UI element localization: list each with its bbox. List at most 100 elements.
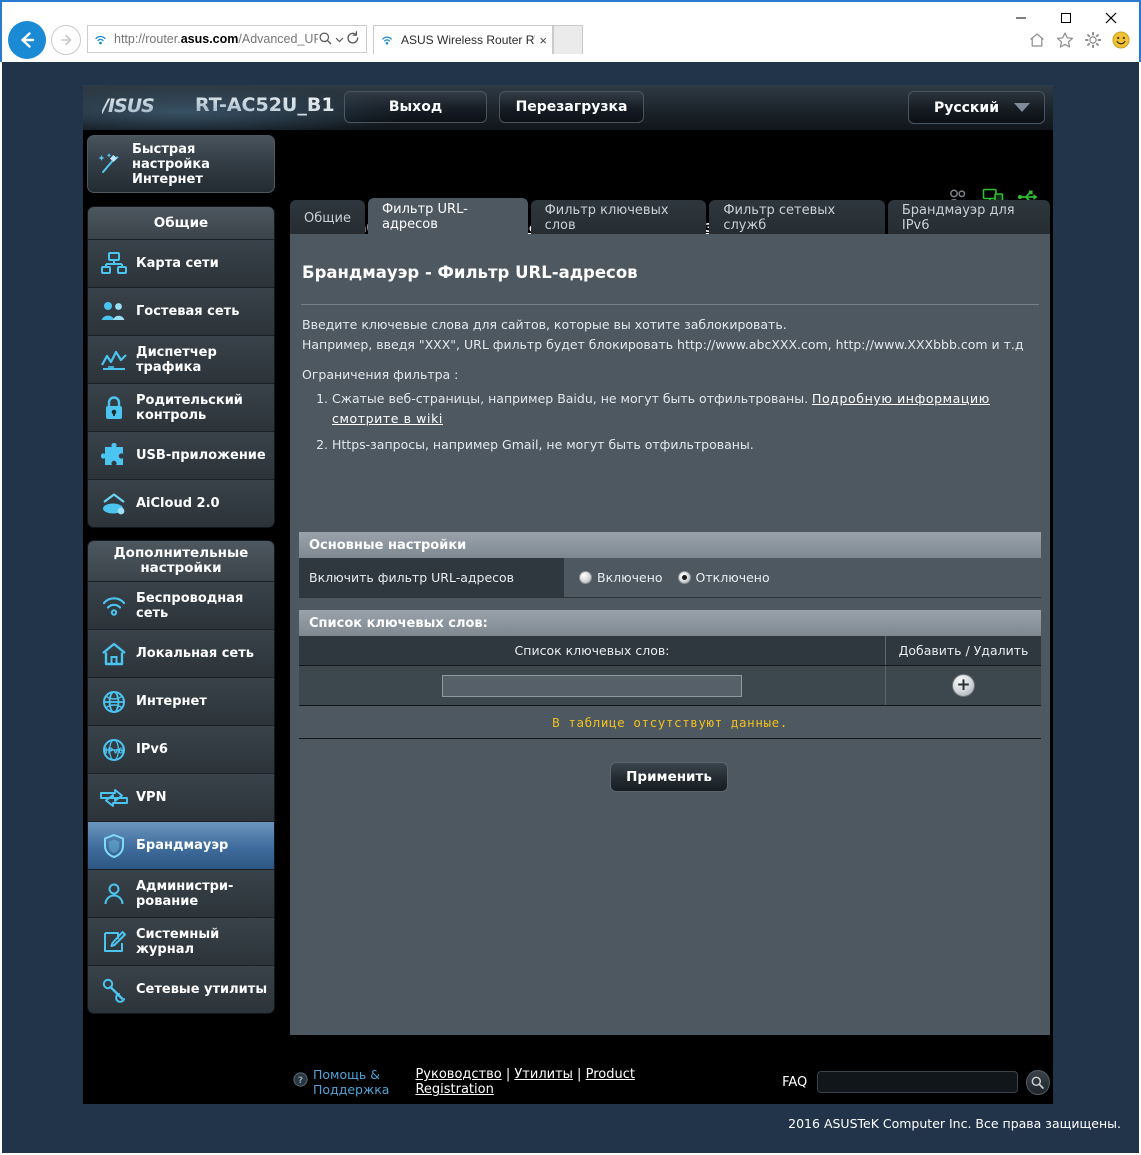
search-magnifier-icon[interactable] — [1025, 1069, 1050, 1095]
tab-ipv6-firewall[interactable]: Брандмауэр для IPv6 — [887, 200, 1050, 236]
radio-enabled-input[interactable] — [579, 571, 592, 584]
sidebar-item-label: Диспетчер трафика — [136, 344, 217, 375]
sidebar-item-network-tools[interactable]: Сетевые утилиты — [88, 965, 274, 1013]
sidebar-item-aicloud[interactable]: AiCloud 2.0 — [88, 479, 274, 527]
sidebar-item-guest-network[interactable]: Гостевая сеть — [88, 287, 274, 335]
sidebar-item-quick-setup[interactable]: Быстрая настройка Интернет — [87, 135, 275, 193]
radio-disabled-label: Отключено — [695, 570, 770, 585]
star-icon[interactable] — [1055, 30, 1075, 50]
content-panel: Брандмауэр - Фильтр URL-адресов Введите … — [290, 234, 1050, 1035]
router-footer: ? Помощь & Поддержка Руководство | Утили… — [290, 1060, 1050, 1104]
sidebar-item-label: Локальная сеть — [136, 646, 254, 661]
sidebar-item-lan[interactable]: Локальная сеть — [88, 629, 274, 677]
sidebar-quick-setup-label: Быстрая настройка Интернет — [132, 142, 210, 187]
sidebar-group-general: Общие Карта сети Гостевая сеть Диспетчер… — [87, 206, 275, 528]
guest-network-users-icon — [92, 292, 136, 332]
apply-button[interactable]: Применить — [610, 762, 728, 792]
svg-text:/ISUS: /ISUS — [102, 95, 154, 117]
svg-text:IPv6: IPv6 — [105, 746, 123, 755]
column-header-keyword-list: Список ключевых слов: — [299, 636, 886, 665]
limit-item-1: Сжатые веб-страницы, например Baidu, не … — [332, 389, 1038, 429]
browser-nav-row: http://router.asus.com/Advanced_URLF — [2, 20, 1139, 62]
qs-line2: настройка — [132, 156, 210, 172]
limit-item-2: Https-запросы, например Gmail, не могут … — [332, 435, 1038, 455]
logout-button[interactable]: Выход — [344, 91, 487, 123]
keyword-table-input-row: + — [299, 666, 1041, 706]
smiley-face-icon[interactable] — [1111, 30, 1131, 50]
tab-url-filter[interactable]: Фильтр URL-адресов — [367, 198, 528, 236]
sidebar-item-firewall[interactable]: Брандмауэр — [88, 821, 274, 869]
sidebar-item-vpn[interactable]: VPN — [88, 773, 274, 821]
sidebar-item-wireless[interactable]: Беспроводная сеть — [88, 581, 274, 629]
qs-line3: Интернет — [132, 171, 203, 187]
enable-url-filter-options: Включено Отключено — [564, 558, 1041, 597]
home-icon — [92, 634, 136, 674]
sidebar-item-label: AiCloud 2.0 — [136, 496, 220, 511]
browser-toolbar-icons — [1027, 30, 1131, 50]
tab-keyword-filter[interactable]: Фильтр ключевых слов — [530, 200, 707, 236]
sidebar: Быстрая настройка Интернет Общие Карта с… — [87, 135, 275, 1026]
wifi-signal-icon — [92, 31, 109, 48]
desc-line-1: Введите ключевые слова для сайтов, котор… — [302, 317, 787, 332]
reboot-button[interactable]: Перезагрузка — [499, 91, 644, 123]
url-bar[interactable]: http://router.asus.com/Advanced_URLF — [87, 25, 367, 53]
tab-network-services-filter[interactable]: Фильтр сетевых служб — [709, 200, 885, 236]
keyword-table-empty-message: В таблице отсутствуют данные. — [299, 706, 1041, 739]
adv-title-line2: настройки — [140, 560, 222, 576]
chevron-down-icon[interactable] — [335, 31, 346, 48]
wifi-icon — [92, 586, 136, 626]
radio-option-enabled[interactable]: Включено — [579, 570, 663, 585]
radio-enabled-label: Включено — [597, 570, 663, 585]
radio-option-disabled[interactable]: Отключено — [677, 570, 770, 585]
home-icon[interactable] — [1027, 30, 1047, 50]
link-sep-1: | — [501, 1067, 515, 1082]
limits-label: Ограничения фильтра : — [302, 367, 459, 382]
sidebar-item-traffic-manager[interactable]: Диспетчер трафика — [88, 335, 274, 383]
admin-user-icon — [92, 874, 136, 914]
new-tab-button[interactable] — [553, 25, 583, 54]
desc-line-2: Например, введя "XXX", URL фильтр будет … — [302, 337, 1024, 352]
sidebar-item-internet[interactable]: Интернет — [88, 677, 274, 725]
sidebar-item-label: Сетевые утилиты — [136, 982, 268, 997]
sidebar-item-system-log[interactable]: Системный журнал — [88, 917, 274, 965]
sidebar-item-usb-application[interactable]: USB-приложение — [88, 431, 274, 479]
back-arrow-icon[interactable] — [8, 21, 46, 59]
link-manual[interactable]: Руководство — [415, 1067, 501, 1082]
sidebar-item-label: Карта сети — [136, 256, 219, 271]
tab-general[interactable]: Общие — [290, 200, 365, 236]
help-support-block[interactable]: ? Помощь & Поддержка — [293, 1067, 389, 1097]
faq-search-input[interactable] — [817, 1071, 1018, 1093]
adv-title-line1: Дополнительные — [113, 545, 249, 561]
forward-arrow-icon[interactable] — [51, 25, 81, 55]
sidebar-item-ipv6[interactable]: IPv6 IPv6 — [88, 725, 274, 773]
language-select[interactable]: Русский — [908, 91, 1045, 124]
sidebar-item-label: Системный журнал — [136, 926, 220, 957]
sidebar-item-label: Беспроводная сеть — [136, 590, 244, 621]
chevron-down-icon — [1014, 103, 1030, 112]
refresh-icon[interactable] — [346, 30, 362, 48]
limits-list: Сжатые веб-страницы, например Baidu, не … — [332, 389, 1038, 455]
log-pencil-icon — [92, 922, 136, 962]
browser-tab[interactable]: ASUS Wireless Router RT-A... × — [373, 25, 553, 54]
radio-disabled-input[interactable] — [677, 571, 691, 584]
link-utilities[interactable]: Утилиты — [514, 1067, 573, 1082]
close-icon[interactable]: × — [539, 33, 547, 48]
router-page: /ISUS RT-AC52U_B1 Выход Перезагрузка Рус… — [2, 62, 1139, 1153]
keyword-input[interactable] — [442, 674, 742, 697]
sidebar-item-label: VPN — [136, 790, 167, 805]
section-header-basic: Основные настройки — [299, 532, 1041, 558]
sidebar-item-label: Брандмауэр — [136, 838, 229, 853]
sidebar-item-label: IPv6 — [136, 742, 168, 757]
sidebar-item-label: Интернет — [136, 694, 207, 709]
browser-tab-title: ASUS Wireless Router RT-A... — [401, 33, 535, 47]
keyword-table: Список ключевых слов: Добавить / Удалить… — [299, 636, 1041, 739]
plus-circle-icon[interactable]: + — [952, 674, 975, 697]
sidebar-item-administration[interactable]: Администри-рование — [88, 869, 274, 917]
link-sep-2: | — [572, 1067, 586, 1082]
search-magnifier-icon[interactable] — [318, 31, 335, 48]
sidebar-item-network-map[interactable]: Карта сети — [88, 239, 274, 287]
sidebar-item-parental-control[interactable]: Родительский контроль — [88, 383, 274, 431]
gear-icon[interactable] — [1083, 30, 1103, 50]
router-model-name: RT-AC52U_B1 — [195, 94, 335, 116]
ipv6-globe-icon: IPv6 — [92, 730, 136, 770]
